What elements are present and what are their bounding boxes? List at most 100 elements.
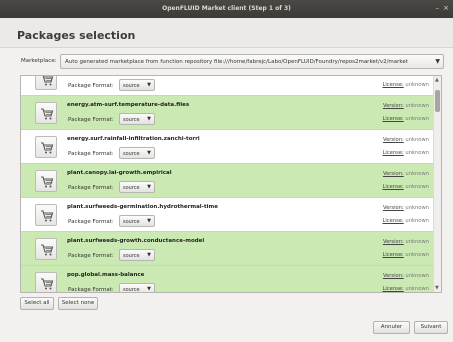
shopping-cart-icon xyxy=(41,244,54,256)
shopping-cart-icon xyxy=(41,108,54,120)
package-row[interactable]: energy.surf.rainfall-infiltration.zanchi… xyxy=(21,130,435,164)
window-title: OpenFLUID Market client (Step 1 of 3) xyxy=(162,5,291,12)
package-format-select[interactable]: source ▼ xyxy=(119,215,155,227)
package-license: License: unknown xyxy=(382,218,429,224)
scroll-down-icon[interactable]: ▼ xyxy=(435,285,439,291)
package-format-label: Package Format: xyxy=(68,151,114,157)
cart-toggle-button[interactable] xyxy=(35,136,57,158)
package-format-label: Package Format: xyxy=(68,117,114,123)
chevron-down-icon: ▼ xyxy=(435,58,440,65)
package-version: Version: unknown xyxy=(383,205,429,211)
package-format-select[interactable]: source ▼ xyxy=(119,181,155,193)
package-license: License: unknown xyxy=(382,116,429,122)
version-label: Version: xyxy=(382,171,404,177)
version-label: Version: xyxy=(382,273,404,279)
package-row[interactable]: Package Format: source ▼ Version: unknow… xyxy=(21,76,435,96)
version-label: Version: xyxy=(382,137,404,143)
license-label: License: xyxy=(382,218,404,224)
scroll-up-icon[interactable]: ▲ xyxy=(435,77,439,83)
version-value: unknown xyxy=(405,103,429,109)
package-format-select[interactable]: source ▼ xyxy=(119,249,155,261)
version-value: unknown xyxy=(405,273,429,279)
license-label: License: xyxy=(382,82,404,88)
version-label: Version: xyxy=(382,239,404,245)
package-version: Version: unknown xyxy=(383,171,429,177)
package-list: Package Format: source ▼ Version: unknow… xyxy=(20,75,442,293)
package-license: License: unknown xyxy=(382,252,429,258)
scrollbar-thumb[interactable] xyxy=(435,90,440,112)
select-none-button[interactable]: Select none xyxy=(58,297,98,310)
package-format-label: Package Format: xyxy=(68,219,114,225)
cancel-button[interactable]: Annuler xyxy=(373,321,410,334)
scrollbar[interactable]: ▲ ▼ xyxy=(433,76,441,292)
close-button[interactable]: × xyxy=(443,4,449,12)
version-label: Version: xyxy=(382,103,404,109)
version-label: Version: xyxy=(382,205,404,211)
cart-toggle-button[interactable] xyxy=(35,272,57,292)
chevron-down-icon: ▼ xyxy=(147,116,151,122)
page-title: Packages selection xyxy=(17,29,136,42)
package-format-value: source xyxy=(123,253,140,259)
next-button[interactable]: Suivant xyxy=(414,321,448,334)
package-version: Version: unknown xyxy=(383,273,429,279)
version-value: unknown xyxy=(405,239,429,245)
license-value: unknown xyxy=(405,252,429,258)
package-name: plant.canopy.lai-growth.empirical xyxy=(67,170,172,176)
cart-toggle-button[interactable] xyxy=(35,170,57,192)
package-name: plant.surfweeds-germination.hydrothermal… xyxy=(67,204,218,210)
package-version: Version: unknown xyxy=(383,103,429,109)
package-license: License: unknown xyxy=(382,184,429,190)
chevron-down-icon: ▼ xyxy=(147,218,151,224)
version-value: unknown xyxy=(405,205,429,211)
window-titlebar: OpenFLUID Market client (Step 1 of 3) – … xyxy=(0,0,453,18)
package-license: License: unknown xyxy=(382,286,429,292)
minimize-button[interactable]: – xyxy=(436,4,440,12)
package-name: plant.surfweeds-growth.conductance-model xyxy=(67,238,205,244)
package-format-label: Package Format: xyxy=(68,287,114,293)
package-name: energy.surf.rainfall-infiltration.zanchi… xyxy=(67,136,200,142)
package-format-select[interactable]: source ▼ xyxy=(119,113,155,125)
version-value: unknown xyxy=(405,171,429,177)
license-value: unknown xyxy=(405,116,429,122)
license-value: unknown xyxy=(405,218,429,224)
package-format-label: Package Format: xyxy=(68,83,114,89)
package-format-label: Package Format: xyxy=(68,253,114,259)
package-format-value: source xyxy=(123,287,140,293)
package-row[interactable]: plant.canopy.lai-growth.empirical Packag… xyxy=(21,164,435,198)
license-label: License: xyxy=(382,252,404,258)
package-format-value: source xyxy=(123,151,140,157)
license-label: License: xyxy=(382,286,404,292)
package-name: energy.atm-surf.temperature-data.files xyxy=(67,102,190,108)
marketplace-select[interactable]: Auto generated marketplace from function… xyxy=(60,54,444,69)
package-format-select[interactable]: source ▼ xyxy=(119,147,155,159)
package-format-value: source xyxy=(123,117,140,123)
package-row[interactable]: plant.surfweeds-growth.conductance-model… xyxy=(21,232,435,266)
chevron-down-icon: ▼ xyxy=(147,150,151,156)
license-value: unknown xyxy=(405,150,429,156)
package-row[interactable]: plant.surfweeds-germination.hydrothermal… xyxy=(21,198,435,232)
select-all-button[interactable]: Select all xyxy=(20,297,54,310)
version-value: unknown xyxy=(405,137,429,143)
package-row[interactable]: pop.global.mass-balance Package Format: … xyxy=(21,266,435,293)
package-version: Version: unknown xyxy=(383,239,429,245)
marketplace-value: Auto generated marketplace from function… xyxy=(65,59,408,65)
shopping-cart-icon xyxy=(41,142,54,154)
package-format-select[interactable]: source ▼ xyxy=(119,79,155,91)
package-format-value: source xyxy=(123,219,140,225)
cart-toggle-button[interactable] xyxy=(35,238,57,260)
package-format-value: source xyxy=(123,83,140,89)
shopping-cart-icon xyxy=(41,210,54,222)
package-license: License: unknown xyxy=(382,150,429,156)
cart-toggle-button[interactable] xyxy=(35,76,57,90)
license-label: License: xyxy=(382,184,404,190)
package-format-select[interactable]: source ▼ xyxy=(119,283,155,293)
chevron-down-icon: ▼ xyxy=(147,82,151,88)
shopping-cart-icon xyxy=(41,278,54,290)
package-version: Version: unknown xyxy=(383,137,429,143)
package-rows: Package Format: source ▼ Version: unknow… xyxy=(21,76,435,293)
shopping-cart-icon xyxy=(42,76,54,86)
cart-toggle-button[interactable] xyxy=(35,102,57,124)
package-row[interactable]: energy.atm-surf.temperature-data.files P… xyxy=(21,96,435,130)
cart-toggle-button[interactable] xyxy=(35,204,57,226)
package-name: pop.global.mass-balance xyxy=(67,272,145,278)
